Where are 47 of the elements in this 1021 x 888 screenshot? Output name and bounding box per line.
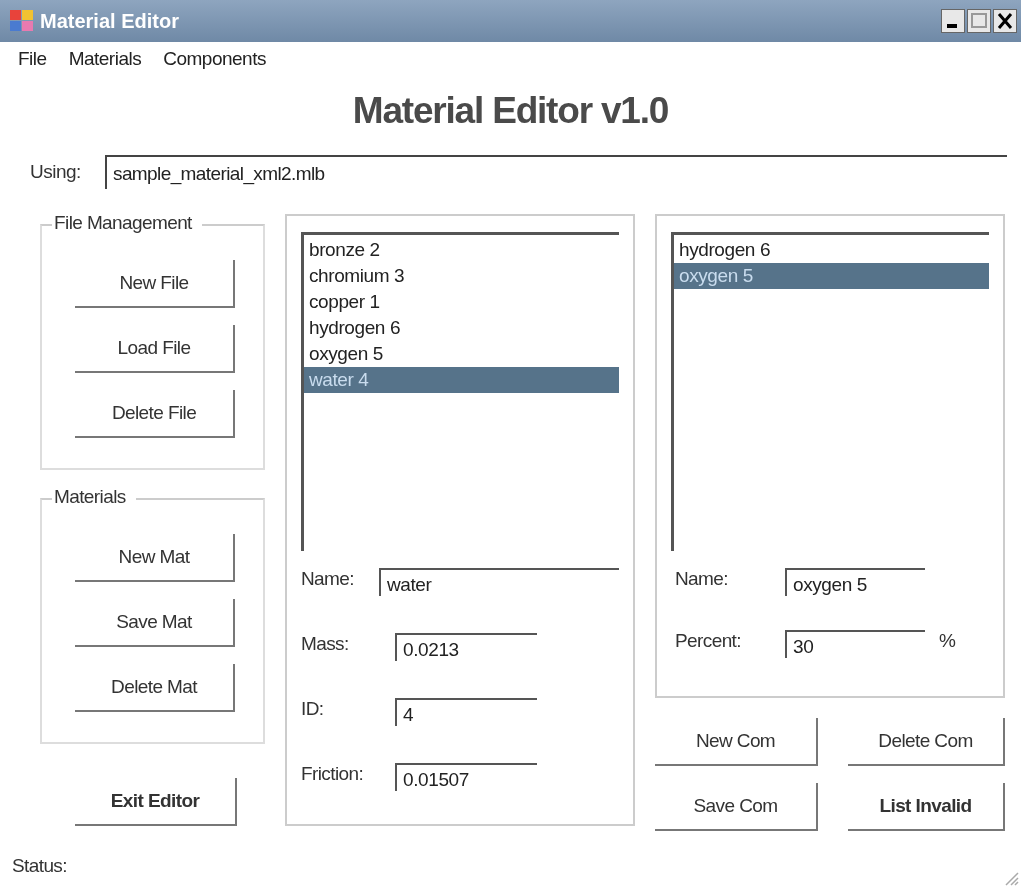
text-field[interactable]: water [379,568,619,596]
text-field[interactable]: oxygen 5 [785,568,925,596]
status-label: Status: [12,855,67,877]
action-button[interactable]: New File [75,260,235,308]
app-heading: Material Editor v1.0 [351,89,670,133]
resize-grip-icon[interactable] [1003,870,1019,886]
list-item[interactable]: chromium 3 [304,263,619,289]
text-field[interactable]: 4 [395,698,537,726]
field-label: Name: [301,568,355,590]
action-button[interactable]: List Invalid [848,783,1005,831]
field-label: Friction: [301,763,365,785]
list-item[interactable]: oxygen 5 [304,341,619,367]
menu-item[interactable]: File [18,48,47,76]
field-label: ID: [301,698,325,720]
close-icon[interactable] [993,9,1017,33]
action-button[interactable]: Save Com [655,783,818,831]
action-button[interactable]: Save Mat [75,599,235,647]
text-field[interactable]: 0.0213 [395,633,537,661]
action-button[interactable]: Load File [75,325,235,373]
list-box[interactable]: hydrogen 6 oxygen 5 [671,232,989,551]
list-item[interactable]: bronze 2 [304,237,619,263]
list-item[interactable]: copper 1 [304,289,619,315]
unit-label: % [939,630,956,652]
menu-item[interactable]: Materials [68,48,142,76]
action-button[interactable]: Delete File [75,390,235,438]
action-button[interactable]: New Mat [75,534,235,582]
field-label: Percent: [675,630,742,652]
list-box[interactable]: bronze 2 chromium 3 copper 1 hydrogen 6 oxygen 5 water 4 [301,232,619,551]
app-icon [10,10,34,32]
list-item[interactable]: water 4 [304,367,619,393]
maximize-icon[interactable] [967,9,991,33]
action-button[interactable]: Delete Com [848,718,1005,766]
field-label: Name: [675,568,729,590]
exit-button[interactable]: Exit Editor [75,778,237,826]
list-item[interactable]: oxygen 5 [674,263,989,289]
list-item[interactable]: hydrogen 6 [674,237,989,263]
minimize-icon[interactable] [941,9,965,33]
action-button[interactable]: Delete Mat [75,664,235,712]
file-path-field[interactable]: sample_material_xml2.mlb [105,155,1007,189]
list-item[interactable]: hydrogen 6 [304,315,619,341]
window-title: Material Editor [40,9,180,33]
action-button[interactable]: New Com [655,718,818,766]
text-field[interactable]: 30 [785,630,925,658]
text-field[interactable]: 0.01507 [395,763,537,791]
field-label: Using: [30,161,82,183]
menu-item[interactable]: Components [163,48,266,76]
field-label: Mass: [301,633,350,655]
